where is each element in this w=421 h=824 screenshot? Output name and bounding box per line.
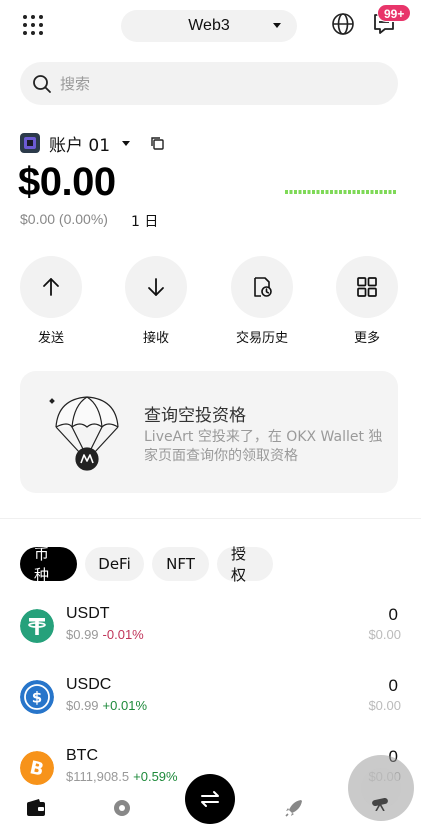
receive-label: 接收 xyxy=(142,331,169,346)
search-bar[interactable] xyxy=(20,62,398,105)
more-button[interactable] xyxy=(336,256,398,318)
receive-button[interactable] xyxy=(125,256,187,318)
usdc-coin-icon: $ xyxy=(20,680,54,714)
search-input[interactable] xyxy=(60,74,360,93)
arrow-up-icon xyxy=(43,278,59,296)
asset-value: $0.00 xyxy=(368,627,401,642)
period-selector[interactable]: 1 日 xyxy=(131,211,158,231)
history-action[interactable]: 交易历史 xyxy=(231,256,293,346)
tab-nft[interactable]: NFT xyxy=(152,547,209,581)
search-icon xyxy=(33,74,51,93)
notification-badge: 99+ xyxy=(377,4,412,22)
section-divider xyxy=(0,518,421,519)
send-label: 发送 xyxy=(37,331,64,346)
btc-coin-icon: B xyxy=(20,751,54,785)
history-button[interactable] xyxy=(231,256,293,318)
asset-tabs: 币种 DeFi NFT 授权 xyxy=(20,545,273,584)
asset-price: $0.99 xyxy=(66,698,99,713)
airdrop-promo-card[interactable]: 查询空投资格 LiveArt 空投来了，在 OKX Wallet 独家页面查询你… xyxy=(20,371,398,493)
wallet-icon[interactable] xyxy=(26,798,46,818)
asset-value: $0.00 xyxy=(368,698,401,713)
top-bar: Web3 99+ xyxy=(0,0,421,52)
swap-icon xyxy=(201,791,219,807)
discover-icon[interactable] xyxy=(112,798,132,818)
apps-grid-icon[interactable] xyxy=(22,14,44,36)
asset-symbol: BTC xyxy=(66,747,98,764)
asset-row-usdt[interactable]: USDT $0.99 -0.01% 0 $0.00 xyxy=(0,601,421,651)
account-avatar xyxy=(20,133,40,153)
history-icon xyxy=(254,277,272,297)
globe-icon[interactable] xyxy=(331,12,355,36)
total-balance: $0.00 xyxy=(18,160,116,204)
asset-price-line: $111,908.5 +0.59% xyxy=(66,769,178,784)
svg-text:$: $ xyxy=(32,689,42,707)
tab-approvals[interactable]: 授权 xyxy=(217,545,273,584)
chevron-down-icon xyxy=(122,140,131,146)
usdt-coin-icon xyxy=(20,609,54,643)
asset-change: +0.59% xyxy=(133,769,178,784)
account-selector[interactable]: 账户 01 xyxy=(20,132,164,156)
promo-description: LiveArt 空投来了，在 OKX Wallet 独家页面查询你的领取资格 xyxy=(144,429,383,464)
grid-icon xyxy=(357,277,377,297)
arrow-down-icon xyxy=(148,278,164,296)
swap-button[interactable] xyxy=(185,774,235,824)
send-action[interactable]: 发送 xyxy=(20,256,82,346)
history-label: 交易历史 xyxy=(235,331,288,346)
asset-symbol: USDT xyxy=(66,605,110,622)
asset-symbol: USDC xyxy=(66,676,112,693)
chevron-down-icon xyxy=(273,23,281,28)
receive-action[interactable]: 接收 xyxy=(125,256,187,346)
copy-icon[interactable] xyxy=(150,136,164,150)
balance-sparkline xyxy=(285,190,397,194)
send-button[interactable] xyxy=(20,256,82,318)
wallet-mode-label: Web3 xyxy=(188,17,230,34)
asset-amount: 0 xyxy=(388,676,398,695)
wallet-mode-selector[interactable]: Web3 xyxy=(121,10,297,42)
asset-amount: 0 xyxy=(388,605,398,624)
asset-price: $111,908.5 xyxy=(66,769,130,784)
telescope-icon xyxy=(372,797,388,811)
asset-price: $0.99 xyxy=(66,627,99,642)
asset-row-usdc[interactable]: $ USDC $0.99 +0.01% 0 $0.00 xyxy=(0,672,421,722)
asset-price-line: $0.99 -0.01% xyxy=(66,627,144,642)
account-name: 账户 01 xyxy=(49,135,111,156)
parachute-icon xyxy=(49,396,119,471)
rocket-icon[interactable] xyxy=(284,798,304,818)
more-label: 更多 xyxy=(353,331,380,346)
tab-defi[interactable]: DeFi xyxy=(85,547,144,581)
more-action[interactable]: 更多 xyxy=(336,256,398,346)
floating-assistant-button[interactable] xyxy=(348,755,414,821)
asset-price-line: $0.99 +0.01% xyxy=(66,698,147,713)
promo-title: 查询空投资格 xyxy=(144,406,246,426)
balance-change: $0.00 (0.00%) xyxy=(20,211,108,227)
asset-change: -0.01% xyxy=(102,627,144,642)
asset-change: +0.01% xyxy=(102,698,147,713)
tab-tokens[interactable]: 币种 xyxy=(20,545,77,584)
